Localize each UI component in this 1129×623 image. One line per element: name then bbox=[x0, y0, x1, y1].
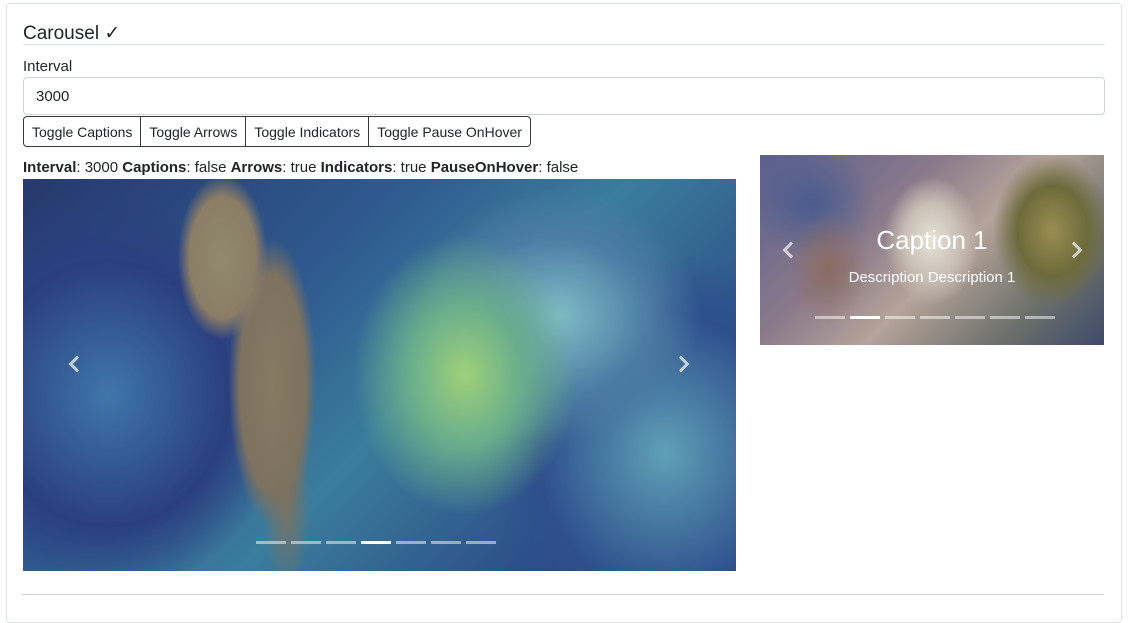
main-carousel-indicator-4[interactable] bbox=[361, 541, 391, 544]
main-carousel-indicator-2[interactable] bbox=[291, 541, 321, 544]
toggle-indicators-button[interactable]: Toggle Indicators bbox=[245, 116, 370, 147]
bottom-divider bbox=[22, 594, 1104, 595]
status-line: Interval: 3000 Captions: false Arrows: t… bbox=[23, 159, 578, 176]
interval-input[interactable] bbox=[23, 77, 1105, 115]
main-carousel bbox=[23, 179, 736, 571]
side-carousel-indicator-5[interactable] bbox=[955, 316, 985, 319]
side-carousel: Caption 1 Description Description 1 bbox=[760, 155, 1104, 345]
side-carousel-indicator-3[interactable] bbox=[885, 316, 915, 319]
status-indicators-label: Indicators bbox=[320, 159, 393, 176]
interval-label: Interval bbox=[23, 58, 73, 75]
side-carousel-indicators bbox=[815, 316, 1055, 319]
main-carousel-indicator-7[interactable] bbox=[466, 541, 496, 544]
status-indicators-value: : true bbox=[392, 159, 431, 176]
section-title: Carousel ✓ bbox=[23, 23, 121, 44]
main-carousel-indicator-3[interactable] bbox=[326, 541, 356, 544]
status-pause-label: PauseOnHover bbox=[430, 159, 539, 176]
side-carousel-indicator-7[interactable] bbox=[1025, 316, 1055, 319]
toggle-arrows-button[interactable]: Toggle Arrows bbox=[140, 116, 247, 147]
toggle-pause-onhover-button[interactable]: Toggle Pause OnHover bbox=[368, 116, 531, 147]
main-carousel-indicator-6[interactable] bbox=[431, 541, 461, 544]
status-pause-value: : false bbox=[538, 159, 579, 176]
status-interval-value: : 3000 bbox=[76, 159, 123, 176]
side-carousel-indicator-1[interactable] bbox=[815, 316, 845, 319]
side-caption-description: Description Description 1 bbox=[848, 269, 1016, 286]
toggle-button-group: Toggle Captions Toggle Arrows Toggle Ind… bbox=[23, 116, 531, 147]
status-interval-label: Interval bbox=[23, 159, 77, 176]
side-carousel-indicator-4[interactable] bbox=[920, 316, 950, 319]
carousel-indicators bbox=[256, 541, 496, 544]
toggle-captions-button[interactable]: Toggle Captions bbox=[23, 116, 142, 147]
status-arrows-value: : true bbox=[282, 159, 321, 176]
carousel-next-arrow-icon[interactable] bbox=[672, 355, 690, 373]
main-carousel-indicator-5[interactable] bbox=[396, 541, 426, 544]
side-caption-title: Caption 1 bbox=[876, 225, 988, 255]
main-carousel-indicator-1[interactable] bbox=[256, 541, 286, 544]
carousel-card: Carousel ✓ Interval Toggle Captions Togg… bbox=[6, 3, 1122, 623]
status-captions-value: : false bbox=[186, 159, 231, 176]
status-arrows-label: Arrows bbox=[230, 159, 283, 176]
status-captions-label: Captions bbox=[122, 159, 187, 176]
carousel-prev-arrow-icon[interactable] bbox=[68, 355, 86, 373]
title-divider bbox=[23, 44, 1105, 45]
side-carousel-indicator-6[interactable] bbox=[990, 316, 1020, 319]
side-carousel-indicator-2[interactable] bbox=[850, 316, 880, 319]
